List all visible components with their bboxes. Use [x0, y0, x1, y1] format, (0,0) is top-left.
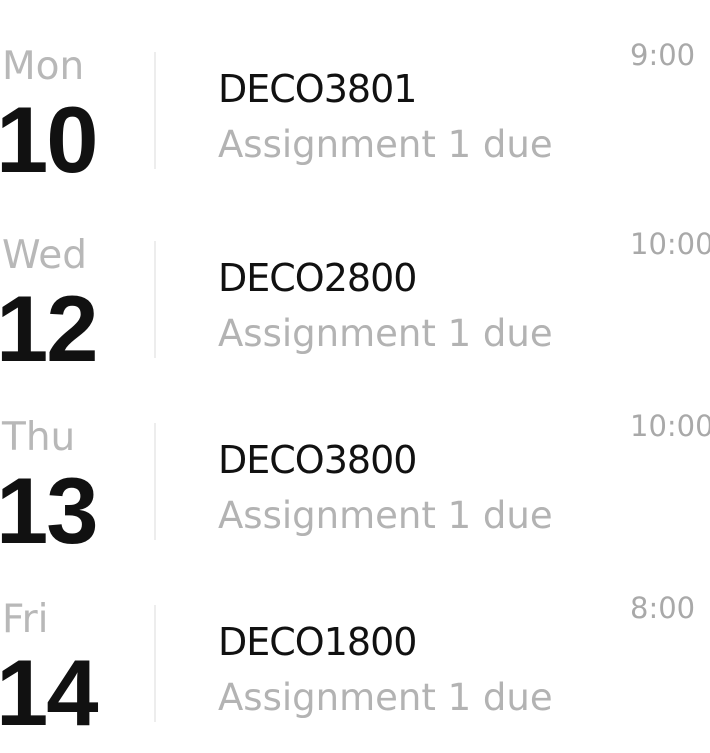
- event-description: Assignment 1 due: [218, 676, 553, 719]
- agenda-item-fri-14[interactable]: Fri 14 DECO1800 Assignment 1 due 8:00: [0, 591, 710, 751]
- divider: [154, 241, 156, 358]
- agenda-item-mon-10[interactable]: Mon 10 DECO3801 Assignment 1 due 9:00: [0, 38, 710, 198]
- day-name: Thu: [2, 415, 76, 460]
- course-code: DECO1800: [218, 620, 417, 664]
- event-description: Assignment 1 due: [218, 312, 553, 355]
- divider: [154, 52, 156, 169]
- day-number: 10: [0, 87, 99, 192]
- agenda-list: Mon 10 DECO3801 Assignment 1 due 9:00 We…: [0, 0, 710, 753]
- agenda-item-thu-13[interactable]: Thu 13 DECO3800 Assignment 1 due 10:00: [0, 409, 710, 569]
- event-description: Assignment 1 due: [218, 494, 553, 537]
- day-number: 13: [0, 458, 99, 563]
- day-number: 12: [0, 276, 99, 381]
- day-name: Fri: [2, 597, 49, 642]
- divider: [154, 423, 156, 540]
- day-name: Wed: [2, 233, 88, 278]
- event-description: Assignment 1 due: [218, 123, 553, 166]
- course-code: DECO3800: [218, 438, 417, 482]
- event-time: 10:00: [630, 227, 710, 261]
- day-number: 14: [0, 640, 99, 745]
- day-name: Mon: [2, 44, 85, 89]
- event-time: 8:00: [630, 591, 696, 625]
- divider: [154, 605, 156, 722]
- event-time: 9:00: [630, 38, 696, 72]
- event-time: 10:00: [630, 409, 710, 443]
- course-code: DECO2800: [218, 256, 417, 300]
- agenda-item-wed-12[interactable]: Wed 12 DECO2800 Assignment 1 due 10:00: [0, 227, 710, 387]
- course-code: DECO3801: [218, 67, 417, 111]
